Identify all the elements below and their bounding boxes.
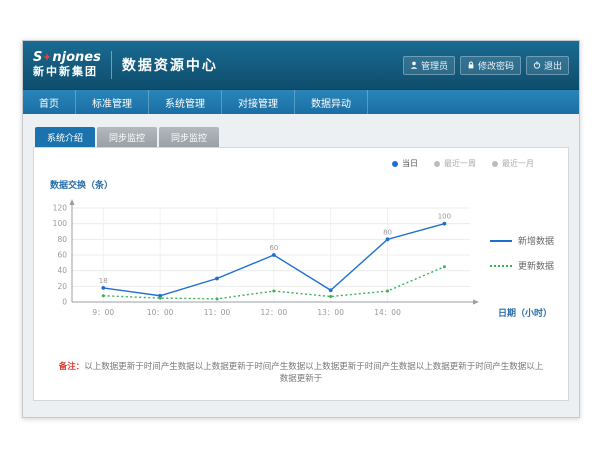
- svg-text:60: 60: [57, 251, 67, 260]
- last-month-dot-icon: [492, 161, 498, 167]
- change-password-label: 修改密码: [478, 59, 514, 72]
- svg-text:11：00: 11：00: [204, 308, 231, 317]
- nav-item-system-mgmt[interactable]: 系统管理: [149, 90, 222, 114]
- svg-text:12：00: 12：00: [261, 308, 288, 317]
- user-button-label: 管理员: [421, 59, 448, 72]
- app-title: 数据资源中心: [122, 55, 218, 75]
- current-user-button[interactable]: 管理员: [403, 56, 455, 75]
- main-nav: 首页 标准管理 系统管理 对接管理 数据异动: [23, 89, 579, 114]
- footnote: 备注：以上数据更新于时间产生数据以上数据更新于时间产生数据以上数据更新于时间产生…: [34, 360, 568, 384]
- legend-series-updated-data[interactable]: 更新数据: [490, 259, 554, 272]
- series-updated-data-label: 更新数据: [518, 259, 554, 272]
- legend-last-month-label: 最近一月: [502, 158, 534, 169]
- logo-text: S njones: [33, 51, 101, 66]
- brand-divider: [111, 51, 112, 79]
- svg-text:10：00: 10：00: [147, 308, 174, 317]
- solid-line-sample-icon: [490, 240, 512, 242]
- tab-system-intro[interactable]: 系统介绍: [35, 127, 95, 147]
- svg-text:13：00: 13：00: [317, 308, 344, 317]
- svg-text:60: 60: [269, 244, 278, 252]
- user-icon: [410, 61, 418, 69]
- legend-today-label: 当日: [402, 158, 418, 169]
- power-icon: [533, 61, 541, 69]
- logo-star-icon: [43, 51, 51, 66]
- svg-text:20: 20: [57, 282, 67, 291]
- nav-item-connection-mgmt[interactable]: 对接管理: [222, 90, 295, 114]
- today-dot-icon: [392, 161, 398, 167]
- top-header: S njones 新中新集团 数据资源中心 管理员 修改密码 退出: [23, 41, 579, 89]
- x-axis-title: 日期（小时）: [498, 306, 552, 319]
- svg-text:80: 80: [57, 235, 67, 244]
- last-week-dot-icon: [434, 161, 440, 167]
- svg-text:100: 100: [53, 219, 68, 228]
- tab-bar: 系统介绍 同步监控 同步监控: [35, 127, 569, 147]
- content-area: 系统介绍 同步监控 同步监控 当日 最近一周 最近一月 数据交换（条）: [23, 114, 579, 417]
- svg-text:0: 0: [62, 298, 67, 307]
- brand-area: S njones 新中新集团 数据资源中心: [33, 51, 218, 79]
- tab-sync-monitor-2[interactable]: 同步监控: [159, 127, 219, 147]
- logout-label: 退出: [544, 59, 562, 72]
- svg-text:120: 120: [53, 204, 68, 213]
- svg-text:9：00: 9：00: [92, 308, 114, 317]
- svg-text:18: 18: [99, 277, 108, 285]
- tab-sync-monitor-1[interactable]: 同步监控: [97, 127, 157, 147]
- svg-text:40: 40: [57, 266, 67, 275]
- svg-text:14：00: 14：00: [374, 308, 401, 317]
- app-window: S njones 新中新集团 数据资源中心 管理员 修改密码 退出: [22, 40, 580, 418]
- series-legend: 新增数据 更新数据: [490, 234, 554, 272]
- user-actions: 管理员 修改密码 退出: [403, 56, 569, 75]
- footnote-text: 以上数据更新于时间产生数据以上数据更新于时间产生数据以上数据更新于时间产生数据以…: [84, 362, 543, 384]
- logo-text-post: njones: [52, 51, 100, 66]
- legend-item-today[interactable]: 当日: [392, 158, 418, 169]
- legend-item-last-month[interactable]: 最近一月: [492, 158, 534, 169]
- svg-text:100: 100: [438, 213, 451, 221]
- chart-container: 0 20 40 60 80 100 120 9：00 10：00 11：00 12：00 13：00 1…: [46, 198, 486, 330]
- series-new-data-label: 新增数据: [518, 234, 554, 247]
- logout-button[interactable]: 退出: [526, 56, 569, 75]
- change-password-button[interactable]: 修改密码: [460, 56, 521, 75]
- footnote-prefix: 备注：: [59, 362, 85, 372]
- nav-item-standard-mgmt[interactable]: 标准管理: [76, 90, 149, 114]
- y-axis-title: 数据交换（条）: [50, 178, 113, 191]
- lock-icon: [467, 61, 475, 69]
- nav-item-home[interactable]: 首页: [23, 90, 76, 114]
- dotted-line-sample-icon: [490, 265, 512, 267]
- logo-subtitle: 新中新集团: [33, 66, 101, 79]
- line-chart: 0 20 40 60 80 100 120 9：00 10：00 11：00 12：00 13：00 1…: [46, 198, 486, 330]
- legend-series-new-data[interactable]: 新增数据: [490, 234, 554, 247]
- company-logo: S njones 新中新集团: [33, 51, 101, 79]
- svg-text:80: 80: [383, 228, 392, 236]
- logo-text-pre: S: [33, 51, 42, 66]
- legend-item-last-week[interactable]: 最近一周: [434, 158, 476, 169]
- legend-last-week-label: 最近一周: [444, 158, 476, 169]
- nav-item-data-changes[interactable]: 数据异动: [295, 90, 368, 114]
- chart-panel: 当日 最近一周 最近一月 数据交换（条） 0 20 40 60 80 100 120 9：00…: [33, 147, 569, 401]
- time-range-legend: 当日 最近一周 最近一月: [392, 158, 534, 169]
